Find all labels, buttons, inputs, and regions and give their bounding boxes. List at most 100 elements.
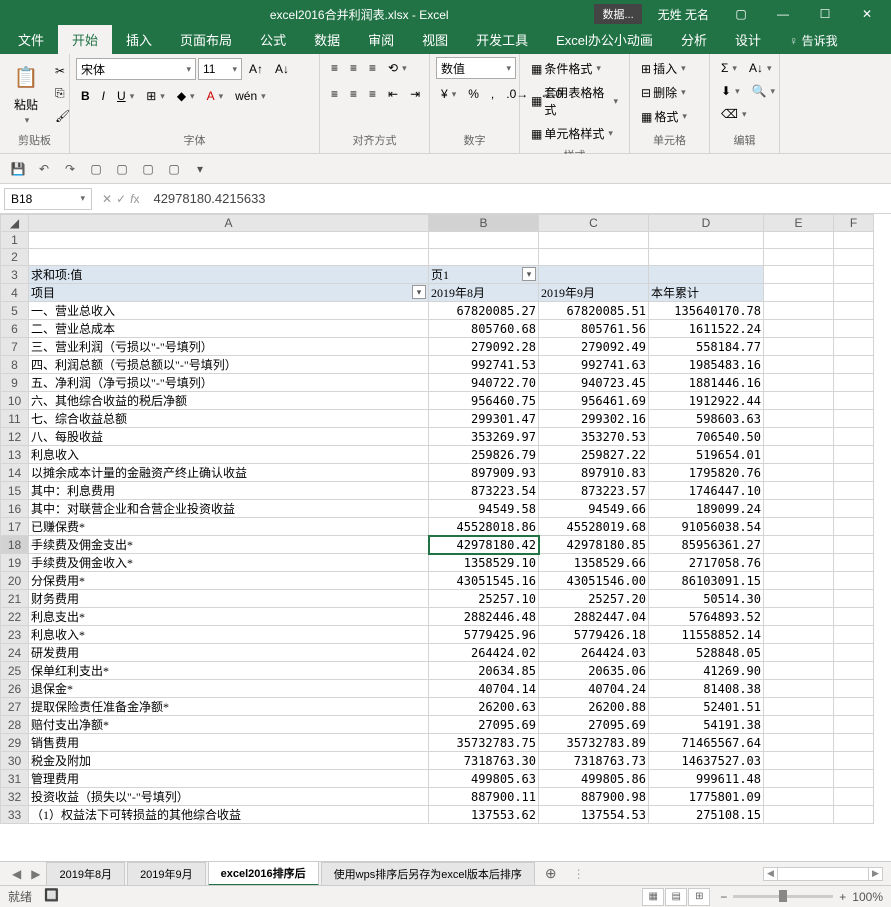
cell[interactable] — [764, 374, 834, 392]
cell[interactable] — [834, 554, 874, 572]
row-header[interactable]: 12 — [1, 428, 29, 446]
bold-button[interactable]: B — [76, 86, 95, 106]
row-26[interactable]: 26 退保金*40704.1440704.2481408.38 — [1, 680, 874, 698]
row-18[interactable]: 18 手续费及佣金支出*42978180.4242978180.85859563… — [1, 536, 874, 554]
decrease-font-icon[interactable]: A↓ — [270, 59, 294, 79]
cell[interactable] — [834, 500, 874, 518]
row-header[interactable]: 16 — [1, 500, 29, 518]
qa-icon-4[interactable]: ▢ — [164, 159, 184, 179]
row-8[interactable]: 8四、利润总额（亏损总额以"-"号填列）992741.53992741.6319… — [1, 356, 874, 374]
orientation-icon[interactable]: ⟲▾ — [383, 58, 412, 78]
cell[interactable] — [539, 249, 649, 266]
cell[interactable]: 40704.14 — [429, 680, 539, 698]
menu-tell[interactable]: ♀ 告诉我 — [775, 27, 852, 54]
comma-icon[interactable]: , — [486, 84, 499, 104]
menu-anim[interactable]: Excel办公小动画 — [542, 25, 667, 54]
row-6[interactable]: 6二、营业总成本805760.68805761.561611522.24 — [1, 320, 874, 338]
cell[interactable]: 2019年9月 — [539, 284, 649, 302]
cell[interactable] — [764, 302, 834, 320]
cell[interactable]: 销售费用 — [29, 734, 429, 752]
qa-icon-2[interactable]: ▢ — [112, 159, 132, 179]
menu-view[interactable]: 视图 — [408, 25, 462, 54]
cell[interactable]: 40704.24 — [539, 680, 649, 698]
cell[interactable] — [834, 644, 874, 662]
maximize-icon[interactable]: ☐ — [805, 0, 845, 28]
fx-icon[interactable]: fx — [130, 192, 139, 206]
cell[interactable]: 保单红利支出* — [29, 662, 429, 680]
cell[interactable]: 26200.88 — [539, 698, 649, 716]
phonetic-button[interactable]: wén▾ — [230, 86, 271, 106]
row-29[interactable]: 29 销售费用35732783.7535732783.8971465567.64 — [1, 734, 874, 752]
cell[interactable]: 259827.22 — [539, 446, 649, 464]
cell[interactable]: 五、净利润（净亏损以"-"号填列） — [29, 374, 429, 392]
row-24[interactable]: 24 研发费用264424.02264424.03528848.05 — [1, 644, 874, 662]
cell[interactable]: 353270.53 — [539, 428, 649, 446]
cell[interactable]: 897909.93 — [429, 464, 539, 482]
cell[interactable]: 91056038.54 — [649, 518, 764, 536]
cell[interactable]: 2882446.48 — [429, 608, 539, 626]
cell[interactable]: 135640170.78 — [649, 302, 764, 320]
col-header-F[interactable]: F — [834, 215, 874, 232]
cell[interactable]: 项目▾ — [29, 284, 429, 302]
cell[interactable] — [29, 232, 429, 249]
zoom-in-icon[interactable]: + — [839, 890, 846, 904]
cell[interactable] — [29, 249, 429, 266]
cell[interactable]: 管理费用 — [29, 770, 429, 788]
cell[interactable]: 利息支出* — [29, 608, 429, 626]
row-1[interactable]: 1 — [1, 232, 874, 249]
tab-nav-next-icon[interactable]: ▶ — [27, 867, 44, 881]
font-color-button[interactable]: A▾ — [202, 86, 229, 106]
row-header[interactable]: 29 — [1, 734, 29, 752]
cell[interactable]: 分保费用* — [29, 572, 429, 590]
cell[interactable]: 189099.24 — [649, 500, 764, 518]
cell[interactable] — [649, 266, 764, 284]
row-header[interactable]: 20 — [1, 572, 29, 590]
cell[interactable] — [764, 572, 834, 590]
row-27[interactable]: 27 提取保险责任准备金净额*26200.6326200.8852401.51 — [1, 698, 874, 716]
cell[interactable]: 264424.02 — [429, 644, 539, 662]
row-14[interactable]: 14 以摊余成本计量的金融资产终止确认收益897909.93897910.831… — [1, 464, 874, 482]
cell[interactable]: 94549.66 — [539, 500, 649, 518]
cell[interactable]: 7318763.73 — [539, 752, 649, 770]
cell[interactable] — [539, 232, 649, 249]
cell[interactable]: 43051546.00 — [539, 572, 649, 590]
row-header[interactable]: 10 — [1, 392, 29, 410]
cell[interactable]: 7318763.30 — [429, 752, 539, 770]
cell[interactable]: 20634.85 — [429, 662, 539, 680]
cell[interactable] — [764, 482, 834, 500]
menu-data[interactable]: 数据 — [300, 25, 354, 54]
cell[interactable]: 26200.63 — [429, 698, 539, 716]
cell[interactable]: 353269.97 — [429, 428, 539, 446]
cell[interactable]: 558184.77 — [649, 338, 764, 356]
cell[interactable]: 956460.75 — [429, 392, 539, 410]
cell[interactable]: 一、营业总收入 — [29, 302, 429, 320]
select-all-corner[interactable]: ◢ — [1, 215, 29, 232]
cell[interactable]: 499805.86 — [539, 770, 649, 788]
cell[interactable]: 81408.38 — [649, 680, 764, 698]
cell[interactable]: 1746447.10 — [649, 482, 764, 500]
zoom-out-icon[interactable]: − — [720, 890, 727, 904]
cell[interactable]: 1611522.24 — [649, 320, 764, 338]
cell[interactable] — [834, 806, 874, 824]
cell[interactable]: 67820085.51 — [539, 302, 649, 320]
cell[interactable] — [764, 788, 834, 806]
cell[interactable]: 897910.83 — [539, 464, 649, 482]
row-header[interactable]: 11 — [1, 410, 29, 428]
fill-color-button[interactable]: ◆▾ — [172, 86, 200, 106]
col-header-D[interactable]: D — [649, 215, 764, 232]
cell[interactable] — [764, 680, 834, 698]
cell[interactable]: 三、营业利润（亏损以"-"号填列） — [29, 338, 429, 356]
cell[interactable] — [764, 770, 834, 788]
cell[interactable]: 499805.63 — [429, 770, 539, 788]
row-21[interactable]: 21 财务费用25257.1025257.2050514.30 — [1, 590, 874, 608]
cell[interactable]: 873223.54 — [429, 482, 539, 500]
cell[interactable]: 1358529.10 — [429, 554, 539, 572]
cell[interactable] — [764, 590, 834, 608]
cell[interactable] — [834, 266, 874, 284]
col-header-C[interactable]: C — [539, 215, 649, 232]
row-header[interactable]: 3 — [1, 266, 29, 284]
row-2[interactable]: 2 — [1, 249, 874, 266]
cell[interactable]: 54191.38 — [649, 716, 764, 734]
cell[interactable] — [429, 249, 539, 266]
row-28[interactable]: 28 赔付支出净额*27095.6927095.6954191.38 — [1, 716, 874, 734]
